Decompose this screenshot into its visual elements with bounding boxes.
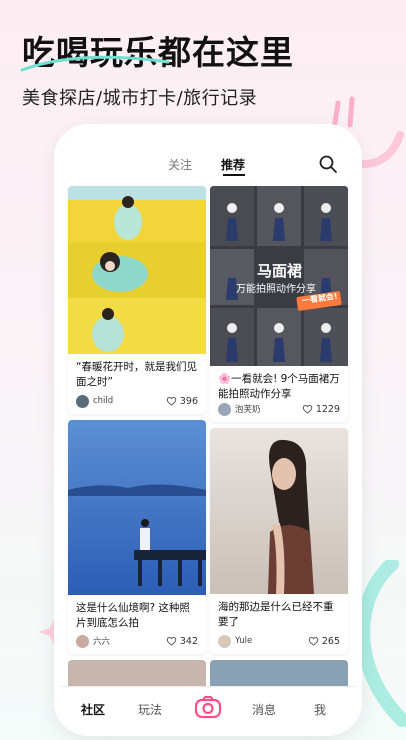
card-meta: 六六 342 — [76, 634, 198, 648]
card-title: 海的那边是什么已经不重要了 — [218, 601, 334, 628]
heart-icon — [166, 396, 177, 406]
author-name[interactable]: Yule — [235, 636, 252, 646]
author-name[interactable]: child — [93, 396, 113, 406]
title-swoosh-decoration — [20, 55, 170, 72]
avatar[interactable] — [76, 394, 89, 408]
like-count[interactable]: 342 — [166, 636, 198, 647]
heart-icon — [166, 636, 177, 646]
feed-card[interactable]: 海的那边是什么已经不重要了 Yule 265 — [210, 428, 348, 654]
card-title: “春暖花开时，就是我们见面之时” — [76, 361, 197, 388]
active-tab-indicator — [223, 174, 245, 176]
feed-card[interactable]: 马面裙 万能拍照动作分享 一看就会! 🌸一看就会! 9个马面裙万能拍照动作分享 … — [210, 186, 348, 422]
like-count-value: 396 — [179, 395, 198, 407]
card-image-lake-pier — [68, 420, 206, 595]
search-icon[interactable] — [318, 154, 338, 174]
nav-community[interactable]: 社区 — [81, 701, 105, 718]
feed-card-partial[interactable] — [68, 660, 206, 686]
top-tab-bar: 关注 推荐 — [60, 130, 356, 178]
nav-play[interactable]: 玩法 — [138, 701, 162, 718]
card-title: 这是什么仙境啊? 这种照片到底怎么拍 — [76, 602, 190, 629]
avatar[interactable] — [76, 634, 89, 648]
avatar[interactable] — [218, 402, 231, 416]
card-image-mamian-skirt-collage: 马面裙 万能拍照动作分享 一看就会! — [210, 186, 348, 366]
bottom-nav-bar: 社区 玩法 消息 我 — [60, 686, 356, 730]
like-count-value: 342 — [179, 635, 198, 647]
tab-follow[interactable]: 关注 — [168, 156, 192, 173]
camera-icon[interactable] — [194, 695, 222, 719]
author-name[interactable]: 泡芙奶 — [235, 403, 261, 415]
heart-icon — [302, 404, 313, 414]
like-count-value: 1229 — [315, 403, 340, 415]
nav-messages[interactable]: 消息 — [252, 701, 276, 718]
card-meta: 泡芙奶 1229 — [218, 402, 340, 416]
avatar[interactable] — [218, 634, 231, 648]
overlay-title: 马面裙 — [257, 262, 303, 280]
heart-icon — [308, 636, 319, 646]
hero-subtitle: 美食探店/城市打卡/旅行记录 — [22, 88, 258, 109]
feed-card-partial[interactable] — [210, 660, 348, 686]
like-count[interactable]: 396 — [166, 396, 198, 407]
like-count-value: 265 — [321, 635, 340, 647]
card-image-sea-portrait — [210, 428, 348, 594]
overlay-subtitle: 万能拍照动作分享 — [236, 284, 316, 295]
card-title: 🌸一看就会! 9个马面裙万能拍照动作分享 — [218, 373, 340, 400]
card-meta: Yule 265 — [218, 634, 340, 648]
like-count[interactable]: 265 — [308, 636, 340, 647]
feed-card[interactable]: 这是什么仙境啊? 这种照片到底怎么拍 六六 342 — [68, 420, 206, 654]
author-name[interactable]: 六六 — [93, 635, 110, 647]
feed-card[interactable]: “春暖花开时，就是我们见面之时” child 396 — [68, 186, 206, 414]
tab-recommend[interactable]: 推荐 — [221, 156, 245, 173]
nav-me[interactable]: 我 — [314, 701, 326, 718]
card-image-rapeseed-hanfu — [68, 186, 206, 354]
like-count[interactable]: 1229 — [302, 404, 340, 415]
card-meta: child 396 — [76, 394, 198, 408]
phone-frame: 关注 推荐 “春暖花开时，就是我们见面之时” child 396 马面裙 万能拍… — [60, 130, 356, 730]
